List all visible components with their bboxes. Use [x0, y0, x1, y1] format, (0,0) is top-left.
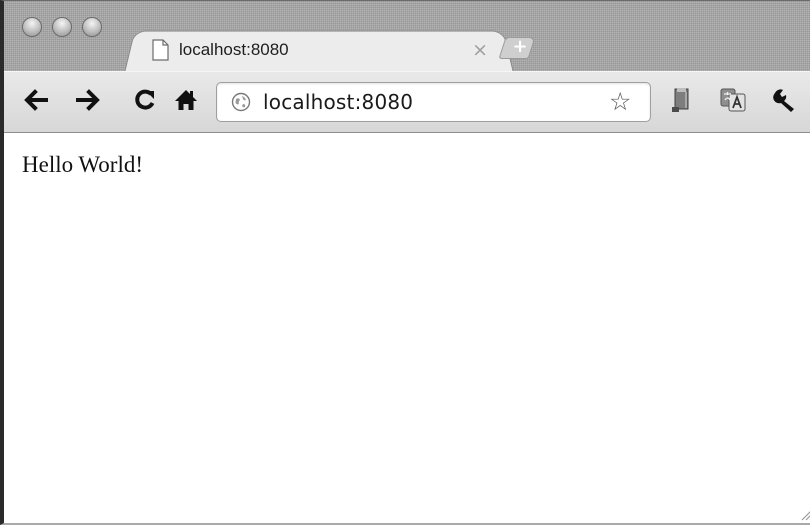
window-close-button[interactable]: [22, 17, 42, 37]
tab-title: localhost:8080: [179, 40, 289, 59]
arrow-left-icon: [24, 89, 48, 111]
forward-button[interactable]: [74, 85, 102, 115]
arrow-right-icon: [76, 89, 100, 111]
address-bar[interactable]: localhost:8080 ☆: [216, 82, 651, 122]
new-tab-plus-icon: +: [512, 36, 528, 57]
address-input-text[interactable]: localhost:8080: [263, 90, 413, 114]
tab-strip: localhost:8080 × +: [4, 1, 810, 73]
bookmark-extension-button[interactable]: [668, 85, 696, 115]
home-icon: [175, 90, 197, 110]
bookmark-star-icon[interactable]: ☆: [609, 87, 631, 116]
reload-button[interactable]: [132, 85, 158, 115]
browser-tab-content[interactable]: localhost:8080 ×: [152, 33, 492, 67]
wrench-icon: [773, 89, 794, 112]
browser-window: localhost:8080 × + localhost:8080 ☆ Hell…: [0, 0, 810, 525]
settings-wrench-button[interactable]: [770, 85, 800, 115]
back-button[interactable]: [22, 85, 50, 115]
home-button[interactable]: [172, 85, 200, 115]
navigation-toolbar: localhost:8080 ☆: [4, 71, 810, 133]
reload-icon: [135, 89, 155, 110]
window-minimize-button[interactable]: [52, 17, 72, 37]
window-controls: [22, 17, 102, 37]
page-viewport: Hello World!: [4, 133, 810, 523]
translate-icon: [720, 88, 746, 112]
document-icon: [152, 39, 169, 61]
bookmark-extension-icon: [672, 88, 689, 112]
resize-grip-icon[interactable]: [798, 507, 810, 521]
translate-button[interactable]: [718, 85, 748, 115]
globe-icon: [231, 92, 251, 112]
tab-close-icon[interactable]: ×: [472, 39, 488, 61]
window-zoom-button[interactable]: [82, 17, 102, 37]
page-body-text: Hello World!: [22, 152, 144, 177]
